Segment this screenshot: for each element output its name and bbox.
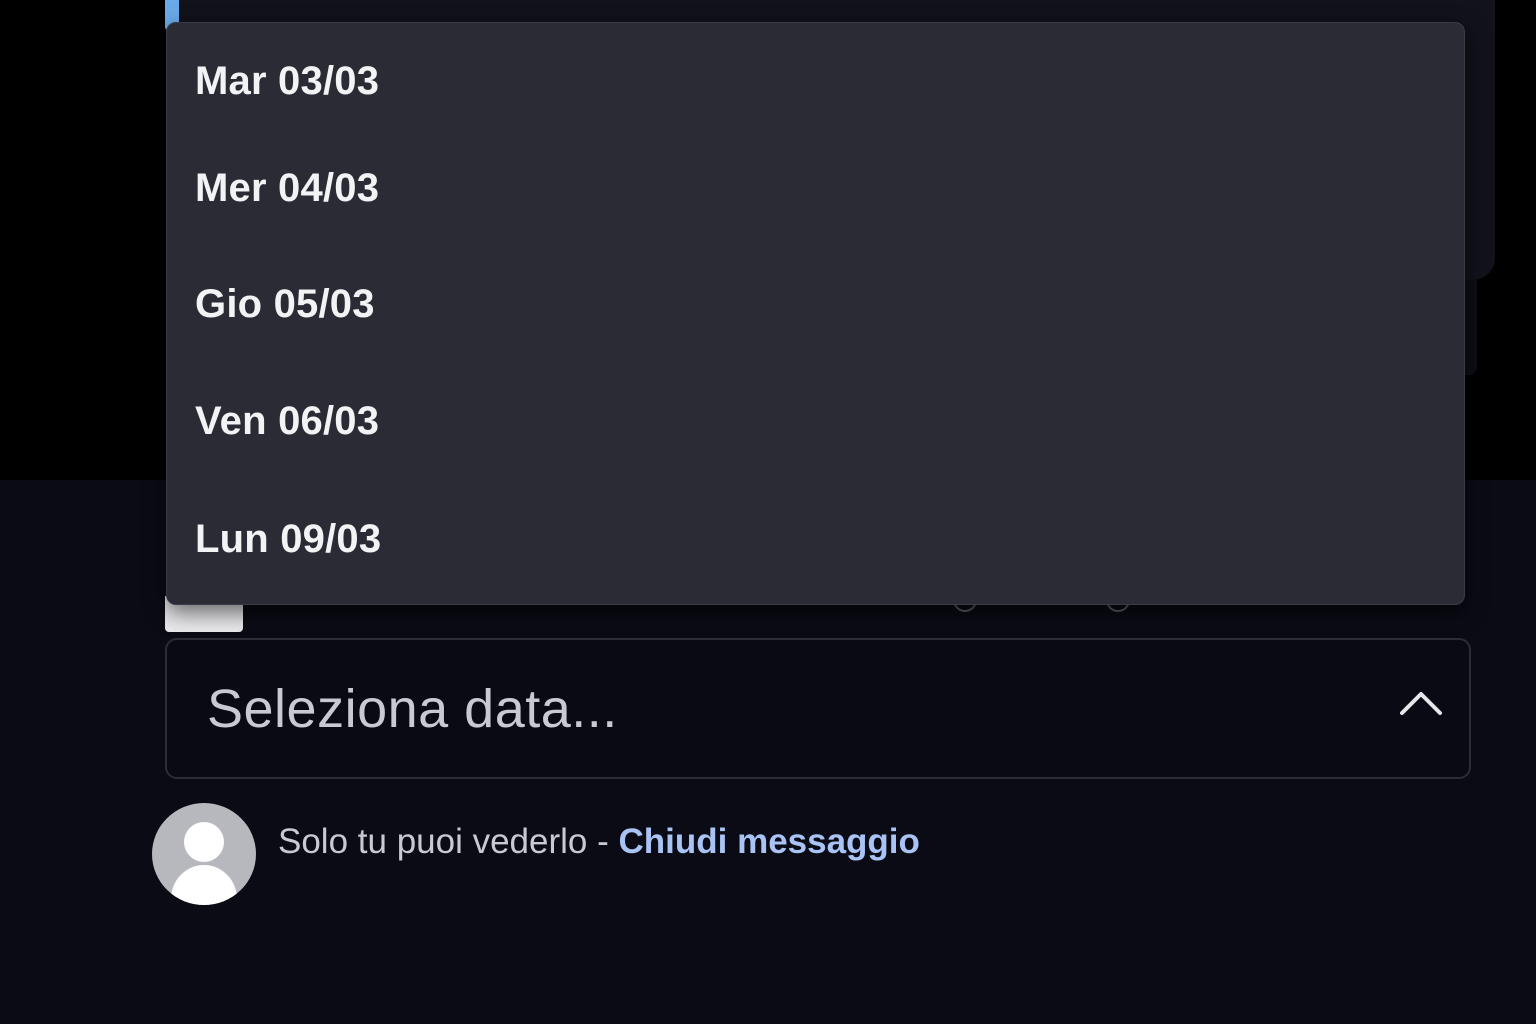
date-dropdown-menu: Mar 03/03 Mer 04/03 Gio 05/03 Ven 06/03 … [166, 22, 1465, 605]
discord-chat-view: Mar 03/03 Mer 04/03 Gio 05/03 Ven 06/03 … [0, 0, 1536, 1024]
ephemeral-notice: Solo tu puoi vederlo - Chiudi messaggio [278, 822, 920, 862]
default-user-avatar-icon[interactable] [152, 803, 256, 905]
select-placeholder: Seleziona data... [207, 678, 618, 739]
date-select[interactable]: Seleziona data... [165, 638, 1471, 779]
chevron-up-icon[interactable] [1399, 688, 1443, 716]
dropdown-option-1[interactable]: Mer 04/03 [167, 130, 1464, 246]
dropdown-option-0[interactable]: Mar 03/03 [167, 23, 1464, 139]
dropdown-option-4[interactable]: Lun 09/03 [167, 481, 1464, 597]
dismiss-message-link[interactable]: Chiudi messaggio [618, 822, 919, 861]
dropdown-option-2[interactable]: Gio 05/03 [167, 246, 1464, 362]
dropdown-option-3[interactable]: Ven 06/03 [167, 363, 1464, 479]
ephemeral-notice-text: Solo tu puoi vederlo - [278, 822, 619, 861]
